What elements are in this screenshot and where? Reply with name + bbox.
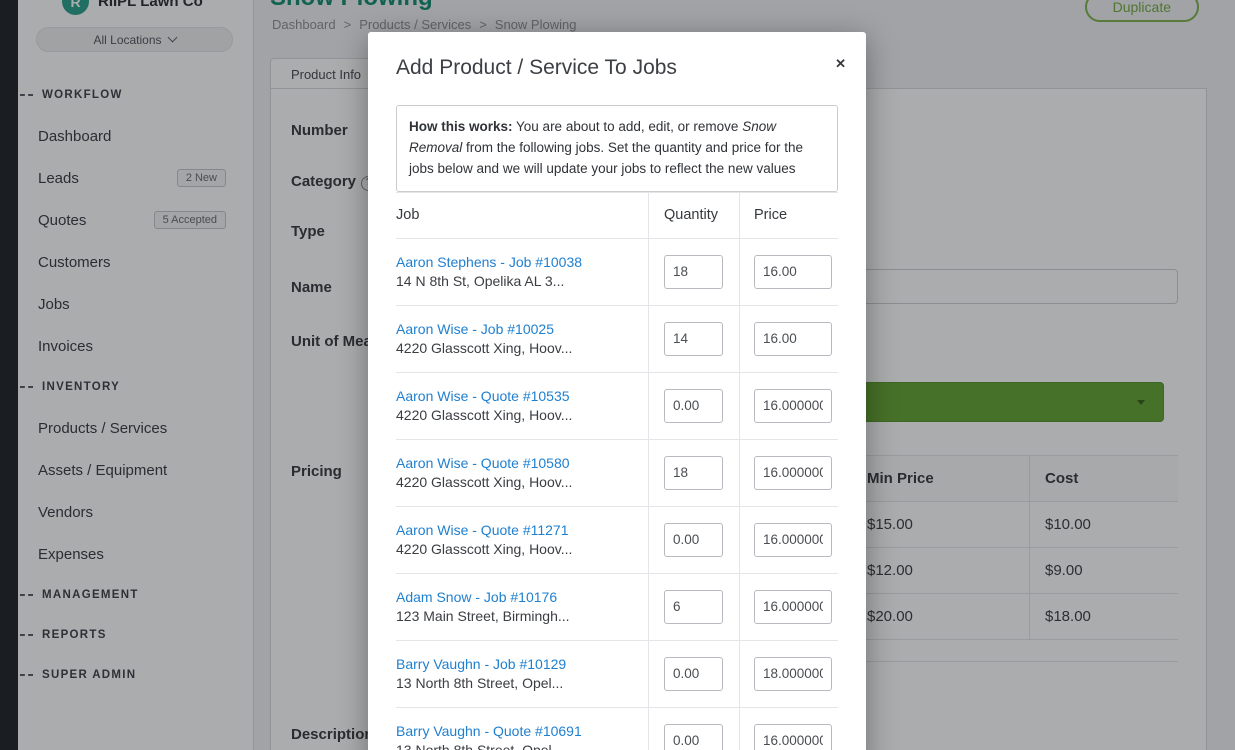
price-input[interactable] xyxy=(754,590,832,624)
close-icon[interactable]: ✕ xyxy=(835,56,846,72)
note-lead: How this works: xyxy=(409,119,513,134)
job-row: Barry Vaughn - Job #10129 13 North 8th S… xyxy=(396,641,838,708)
job-address: 4220 Glasscott Xing, Hoov... xyxy=(396,474,640,490)
quantity-input[interactable] xyxy=(664,456,723,490)
modal-title: Add Product / Service To Jobs xyxy=(396,56,838,80)
job-address: 13 North 8th Street, Opel... xyxy=(396,742,640,750)
jobs-table: Job Quantity Price Aaron Stephens - Job … xyxy=(396,192,838,750)
job-address: 4220 Glasscott Xing, Hoov... xyxy=(396,340,640,356)
jobs-table-header: Job Quantity Price xyxy=(396,192,838,239)
job-row: Aaron Wise - Quote #10580 4220 Glasscott… xyxy=(396,440,838,507)
quantity-input[interactable] xyxy=(664,590,723,624)
job-link[interactable]: Aaron Stephens - Job #10038 xyxy=(396,254,640,270)
price-input[interactable] xyxy=(754,724,832,750)
job-address: 123 Main Street, Birmingh... xyxy=(396,608,640,624)
quantity-input[interactable] xyxy=(664,724,723,750)
quantity-input[interactable] xyxy=(664,657,723,691)
job-link[interactable]: Barry Vaughn - Job #10129 xyxy=(396,656,640,672)
quantity-input[interactable] xyxy=(664,523,723,557)
quantity-input[interactable] xyxy=(664,255,723,289)
job-row: Aaron Wise - Quote #11271 4220 Glasscott… xyxy=(396,507,838,574)
job-link[interactable]: Aaron Wise - Quote #10580 xyxy=(396,455,640,471)
price-input[interactable] xyxy=(754,389,832,423)
job-link[interactable]: Aaron Wise - Job #10025 xyxy=(396,321,640,337)
price-input[interactable] xyxy=(754,322,832,356)
how-this-works-note: How this works: You are about to add, ed… xyxy=(396,105,838,192)
job-column-header: Job xyxy=(396,193,648,238)
quantity-column-header: Quantity xyxy=(648,193,739,238)
note-text-after: from the following jobs. Set the quantit… xyxy=(409,140,803,176)
price-input[interactable] xyxy=(754,456,832,490)
price-column-header: Price xyxy=(739,193,838,238)
job-link[interactable]: Aaron Wise - Quote #11271 xyxy=(396,522,640,538)
add-product-service-modal: Add Product / Service To Jobs ✕ How this… xyxy=(368,32,866,750)
job-row: Aaron Wise - Job #10025 4220 Glasscott X… xyxy=(396,306,838,373)
job-address: 4220 Glasscott Xing, Hoov... xyxy=(396,407,640,423)
quantity-input[interactable] xyxy=(664,389,723,423)
job-row: Aaron Wise - Quote #10535 4220 Glasscott… xyxy=(396,373,838,440)
price-input[interactable] xyxy=(754,657,832,691)
quantity-input[interactable] xyxy=(664,322,723,356)
job-address: 14 N 8th St, Opelika AL 3... xyxy=(396,273,640,289)
job-address: 13 North 8th Street, Opel... xyxy=(396,675,640,691)
job-link[interactable]: Aaron Wise - Quote #10535 xyxy=(396,388,640,404)
price-input[interactable] xyxy=(754,255,832,289)
job-row: Aaron Stephens - Job #10038 14 N 8th St,… xyxy=(396,239,838,306)
price-input[interactable] xyxy=(754,523,832,557)
job-row: Barry Vaughn - Quote #10691 13 North 8th… xyxy=(396,708,838,750)
job-row: Adam Snow - Job #10176 123 Main Street, … xyxy=(396,574,838,641)
job-address: 4220 Glasscott Xing, Hoov... xyxy=(396,541,640,557)
note-text-before: You are about to add, edit, or remove xyxy=(513,119,743,134)
job-link[interactable]: Adam Snow - Job #10176 xyxy=(396,589,640,605)
job-link[interactable]: Barry Vaughn - Quote #10691 xyxy=(396,723,640,739)
